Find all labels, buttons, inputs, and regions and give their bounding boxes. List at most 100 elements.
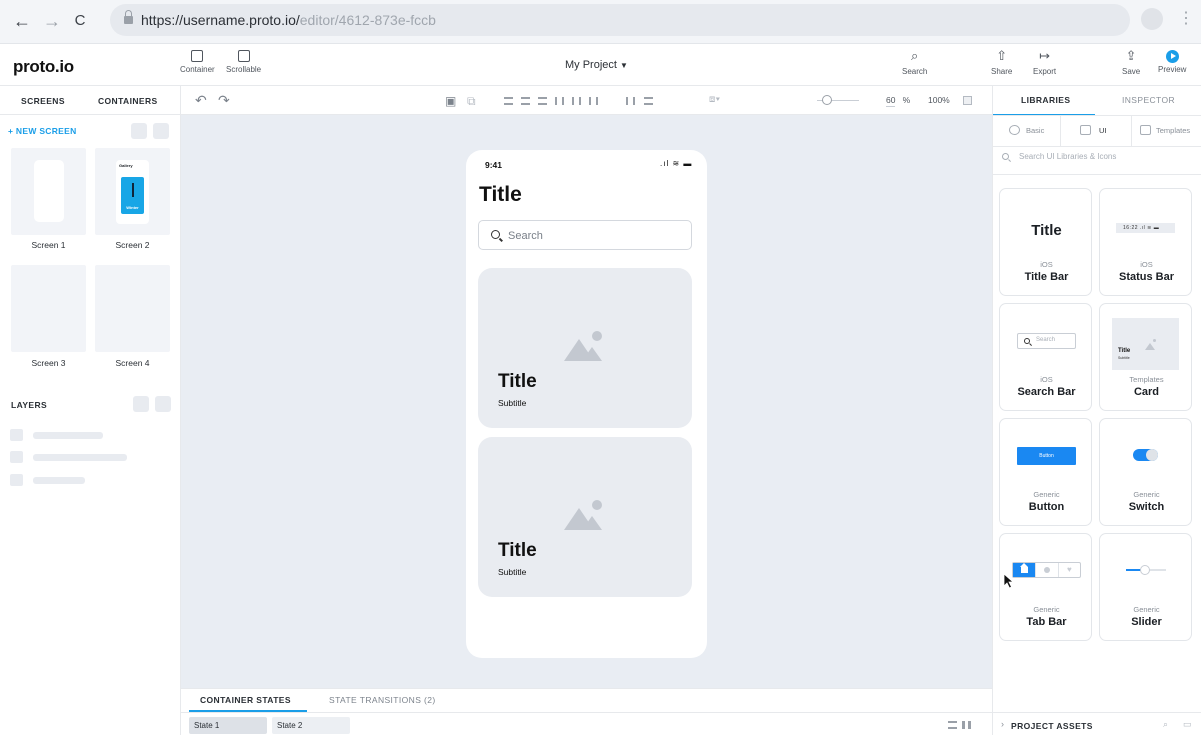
divider xyxy=(181,712,992,713)
new-screen-button[interactable]: + NEW SCREEN xyxy=(8,126,77,136)
library-tile-button[interactable]: Button Generic Button xyxy=(999,418,1092,526)
tab-state-transitions[interactable]: STATE TRANSITIONS (2) xyxy=(329,695,436,705)
screen-title[interactable]: Title xyxy=(479,183,522,207)
redo-button[interactable]: ↷ xyxy=(218,92,230,109)
canvas-toolbar: ↶ ↷ ▣ ⧉ ⧈▾ 60 % 100% xyxy=(181,86,992,115)
address-bar[interactable]: https://username.proto.io/editor/4612-87… xyxy=(110,4,1130,36)
scrollable-tool-button[interactable]: Scrollable xyxy=(226,50,261,74)
tile-name: Slider xyxy=(1131,616,1162,628)
subtab-templates[interactable]: Templates xyxy=(1132,116,1201,146)
device-screen[interactable]: 9:41 .ıl ≋ ▬ Title Search Title Subtitle… xyxy=(466,150,707,658)
tab-inspector[interactable]: INSPECTOR xyxy=(1122,95,1175,105)
divider xyxy=(993,174,1201,175)
grid-view-button[interactable] xyxy=(131,123,147,139)
align-right-icon[interactable] xyxy=(538,97,547,105)
tile-name: Card xyxy=(1133,386,1160,398)
tab-containers[interactable]: CONTAINERS xyxy=(98,96,158,106)
screen-thumbnail-3[interactable] xyxy=(11,265,86,352)
tile-name: Button xyxy=(1028,501,1065,513)
scrollable-icon xyxy=(237,50,250,62)
image-placeholder-icon xyxy=(564,500,606,530)
preview-button[interactable]: Preview xyxy=(1158,50,1186,74)
project-assets-section[interactable]: › PROJECT ASSETS ⌕ ▭ xyxy=(993,712,1201,735)
browser-menu-icon[interactable]: ⋮ xyxy=(1178,10,1194,28)
list-view-icon[interactable] xyxy=(948,721,957,729)
library-tile-switch[interactable]: Generic Switch xyxy=(1099,418,1192,526)
avatar[interactable] xyxy=(1141,8,1163,30)
back-button[interactable]: ← xyxy=(12,11,32,31)
divider xyxy=(993,146,1201,147)
card[interactable]: Title Subtitle xyxy=(478,437,692,597)
card-title: Title xyxy=(498,540,537,561)
tab-container-states[interactable]: CONTAINER STATES xyxy=(200,695,291,705)
list-view-button[interactable] xyxy=(153,123,169,139)
library-tile-slider[interactable]: Generic Slider xyxy=(1099,533,1192,641)
save-button[interactable]: ⇪ Save xyxy=(1122,49,1140,76)
library-tile-title-bar[interactable]: Title iOS Title Bar xyxy=(999,188,1092,296)
tile-preview: Search xyxy=(1017,333,1076,349)
layers-heading: LAYERS xyxy=(11,400,48,410)
app-toolbar: proto.io Container Scrollable My Project… xyxy=(0,44,1201,86)
image-icon[interactable]: ▭ xyxy=(1183,719,1192,730)
align-top-icon[interactable] xyxy=(555,97,564,105)
search-icon[interactable]: ⌕ xyxy=(1163,719,1168,730)
screen-thumbnail-4[interactable] xyxy=(95,265,170,352)
search-tool-button[interactable]: ⌕ Search xyxy=(902,49,927,76)
reload-button[interactable]: C xyxy=(70,11,90,31)
align-center-icon[interactable] xyxy=(521,97,530,105)
ungroup-icon[interactable]: ⧉ xyxy=(467,94,476,109)
templates-icon xyxy=(1140,125,1151,135)
undo-button[interactable]: ↶ xyxy=(195,92,207,109)
card[interactable]: Title Subtitle xyxy=(478,268,692,428)
card-subtitle: Subtitle xyxy=(498,398,527,408)
library-tile-card[interactable]: Title Subtitle Templates Card xyxy=(1099,303,1192,411)
search-icon xyxy=(1024,338,1030,344)
zoom-100-button[interactable]: 100% xyxy=(928,95,950,105)
state-pill-2[interactable]: State 2 xyxy=(272,717,350,734)
screen-thumbnail-2[interactable]: Gallery Winter xyxy=(95,148,170,235)
project-name-dropdown[interactable]: My Project ▼ xyxy=(565,59,628,71)
card-title: Title xyxy=(498,371,537,392)
distribute-vertical-icon[interactable] xyxy=(644,97,653,105)
browser-chrome: ← → C https://username.proto.io/editor/4… xyxy=(0,0,1201,44)
screen-label: Screen 2 xyxy=(115,240,150,250)
tile-category: Generic xyxy=(1133,490,1160,499)
tile-name: Switch xyxy=(1128,501,1165,513)
state-pill-1[interactable]: State 1 xyxy=(189,717,267,734)
canvas[interactable]: 9:41 .ıl ≋ ▬ Title Search Title Subtitle… xyxy=(181,115,992,688)
distribute-horizontal-icon[interactable] xyxy=(626,97,635,105)
align-middle-icon[interactable] xyxy=(572,97,581,105)
chevron-right-icon: › xyxy=(1001,719,1004,729)
share-button[interactable]: ⇧ Share xyxy=(991,49,1012,76)
library-tile-search-bar[interactable]: Search iOS Search Bar xyxy=(999,303,1092,411)
grid-view-icon[interactable] xyxy=(962,721,971,729)
search-bar[interactable]: Search xyxy=(478,220,692,250)
layers-action-button[interactable] xyxy=(133,396,149,412)
thumbnail-image: Winter xyxy=(121,177,144,214)
align-left-icon[interactable] xyxy=(504,97,513,105)
arrange-icon[interactable]: ⧈▾ xyxy=(709,94,720,105)
subtab-basic[interactable]: Basic xyxy=(993,116,1060,146)
library-tile-status-bar[interactable]: 16:22 .ıl ≋ ▬ iOS Status Bar xyxy=(1099,188,1192,296)
zoom-value[interactable]: 60 % xyxy=(886,95,910,107)
library-search-input[interactable]: Search UI Libraries & Icons xyxy=(1002,152,1116,161)
search-icon xyxy=(491,230,500,239)
subtab-ui[interactable]: UI xyxy=(1060,116,1132,146)
left-panel: SCREENS CONTAINERS + NEW SCREEN Screen 1… xyxy=(0,86,181,735)
tab-libraries[interactable]: LIBRARIES xyxy=(1021,95,1070,105)
container-tool-button[interactable]: Container xyxy=(180,50,215,74)
zoom-slider-handle[interactable] xyxy=(822,95,832,105)
fit-screen-icon[interactable] xyxy=(963,96,972,105)
align-bottom-icon[interactable] xyxy=(589,97,598,105)
url-text[interactable]: https://username.proto.io/editor/4612-87… xyxy=(141,12,436,28)
image-placeholder-icon xyxy=(564,331,606,361)
export-button[interactable]: ↦ Export xyxy=(1033,49,1056,76)
forward-button[interactable]: → xyxy=(42,11,62,31)
layers-action-button[interactable] xyxy=(155,396,171,412)
search-placeholder: Search xyxy=(508,230,543,242)
tile-preview: Title Subtitle xyxy=(1112,318,1179,370)
tab-screens[interactable]: SCREENS xyxy=(21,96,65,106)
group-icon[interactable]: ▣ xyxy=(445,94,456,108)
screen-thumbnail-1[interactable] xyxy=(11,148,86,235)
tile-name: Search Bar xyxy=(1017,386,1076,398)
